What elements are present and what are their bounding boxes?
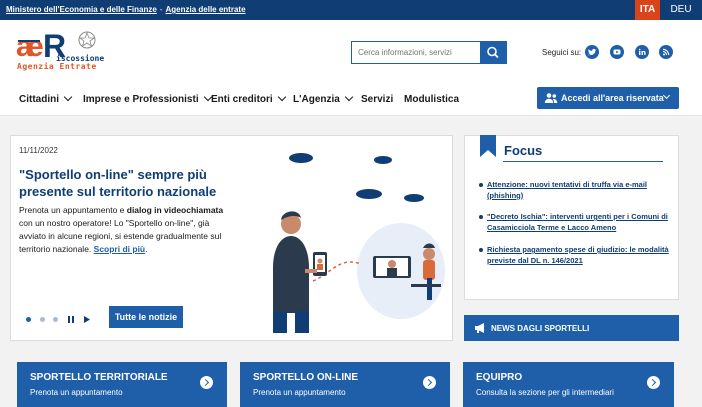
- news-body: Prenota un appuntamento e dialog in vide…: [19, 204, 229, 256]
- focus-panel: Focus Attenzione: nuovi tentativi di tru…: [464, 135, 679, 300]
- news-body-period: .: [145, 244, 148, 254]
- news-title[interactable]: "Sportello on-line" sempre più presente …: [19, 166, 219, 200]
- focus-item-spese-giudizio[interactable]: Richiesta pagamento spese di giudizio: l…: [487, 244, 672, 266]
- focus-title: Focus: [504, 143, 543, 158]
- news-sportelli-button[interactable]: NEWS DAGLI SPORTELLI: [464, 315, 679, 341]
- bullet-icon: [479, 215, 483, 219]
- nav-item-label: Imprese e Professionisti: [83, 94, 199, 105]
- lang-ita-button[interactable]: ITA: [635, 0, 660, 20]
- arrow-right-icon: [200, 376, 213, 389]
- main-nav: Cittadini Imprese e Professionisti Enti …: [0, 86, 702, 116]
- lang-deu-button[interactable]: DEU: [660, 0, 702, 20]
- chevron-down-icon: [277, 92, 286, 102]
- news-date: 11/11/2022: [19, 146, 58, 155]
- news-sportelli-label: NEWS DAGLI SPORTELLI: [491, 324, 590, 333]
- top-bar: Ministero dell'Economia e delle Finanze -…: [0, 0, 702, 20]
- tile-sportello-territoriale[interactable]: SPORTELLO TERRITORIALE Prenota un appunt…: [17, 362, 227, 407]
- social-label: Seguici su:: [542, 48, 582, 57]
- header: a e R iscossione Agenzia Entrate Seguici…: [0, 20, 702, 86]
- svg-text:e: e: [27, 30, 44, 63]
- tile-title: SPORTELLO ON-LINE: [253, 372, 358, 383]
- carousel-dot[interactable]: [53, 317, 58, 322]
- focus-item-phishing[interactable]: Attenzione: nuovi tentativi di truffa vi…: [487, 179, 672, 201]
- tile-title: EQUIPRO: [476, 372, 523, 383]
- megaphone-icon: [475, 323, 484, 333]
- logo-subtitle: Agenzia Entrate: [17, 62, 97, 71]
- all-news-button[interactable]: Tutte le notizie: [109, 306, 183, 328]
- carousel-controls: [25, 313, 105, 325]
- nav-item-modulistica[interactable]: Modulistica: [404, 94, 459, 105]
- linkedin-icon[interactable]: [635, 45, 649, 59]
- focus-divider: [503, 161, 663, 162]
- search-button[interactable]: [480, 42, 506, 63]
- link-separator: -: [159, 5, 163, 14]
- news-body-bold: dialog in videochiamata: [126, 205, 224, 215]
- videocall-illustration: [273, 153, 445, 333]
- search-input[interactable]: [352, 42, 482, 63]
- news-body-text: Prenota un appuntamento e: [19, 205, 127, 215]
- nav-item-cittadini[interactable]: Cittadini: [19, 92, 73, 105]
- youtube-icon[interactable]: [610, 45, 624, 59]
- users-icon: [544, 93, 558, 103]
- reserved-area-button[interactable]: Accedi all'area riservata: [537, 87, 679, 109]
- chevron-down-icon: [63, 92, 73, 102]
- tile-subtitle: Prenota un appuntamento: [253, 388, 346, 397]
- twitter-icon[interactable]: [585, 45, 599, 59]
- nav-item-label: Cittadini: [19, 94, 59, 105]
- news-carousel: 11/11/2022 "Sportello on-line" sempre pi…: [10, 135, 453, 341]
- nav-item-servizi[interactable]: Servizi: [361, 94, 393, 105]
- republic-emblem-icon: [78, 31, 96, 49]
- bullet-icon: [479, 248, 483, 252]
- agenzia-entrate-link[interactable]: Agenzia delle entrate: [166, 5, 246, 14]
- institutional-links: Ministero dell'Economia e delle Finanze -…: [6, 5, 246, 14]
- arrow-right-icon: [423, 376, 436, 389]
- search-box: [351, 41, 507, 64]
- carousel-dot[interactable]: [26, 317, 31, 322]
- search-icon: [487, 46, 499, 59]
- tile-subtitle: Prenota un appuntamento: [30, 388, 123, 397]
- nav-item-imprese[interactable]: Imprese e Professionisti: [83, 92, 212, 105]
- tile-subtitle: Consulta la sezione per gli intermediari: [476, 388, 614, 397]
- carousel-dot[interactable]: [40, 317, 45, 322]
- tile-equipro[interactable]: EQUIPRO Consulta la sezione per gli inte…: [463, 362, 674, 407]
- arrow-right-icon: [647, 376, 660, 389]
- nav-item-agenzia[interactable]: L'Agenzia: [293, 92, 354, 105]
- tile-sportello-online[interactable]: SPORTELLO ON-LINE Prenota un appuntament…: [240, 362, 450, 407]
- nav-item-label: Modulistica: [404, 94, 460, 105]
- nav-item-label: Servizi: [361, 94, 394, 105]
- nav-item-enti-creditori[interactable]: Enti creditori: [211, 92, 286, 105]
- reserved-area-label: Accedi all'area riservata: [561, 93, 664, 103]
- pause-icon[interactable]: [67, 315, 75, 324]
- mef-link[interactable]: Ministero dell'Economia e delle Finanze: [6, 5, 157, 14]
- chevron-down-icon: [662, 91, 671, 100]
- focus-item-decreto-ischia[interactable]: "Decreto Ischia": interventi urgenti per…: [487, 211, 672, 233]
- tile-title: SPORTELLO TERRITORIALE: [30, 372, 168, 383]
- chevron-down-icon: [344, 92, 354, 102]
- rss-icon[interactable]: [659, 45, 673, 59]
- nav-item-label: L'Agenzia: [293, 94, 340, 105]
- bookmark-icon: [480, 135, 496, 157]
- bullet-icon: [479, 183, 483, 187]
- play-icon[interactable]: [83, 315, 91, 324]
- read-more-link[interactable]: Scopri di più: [94, 244, 145, 254]
- nav-item-label: Enti creditori: [211, 94, 273, 105]
